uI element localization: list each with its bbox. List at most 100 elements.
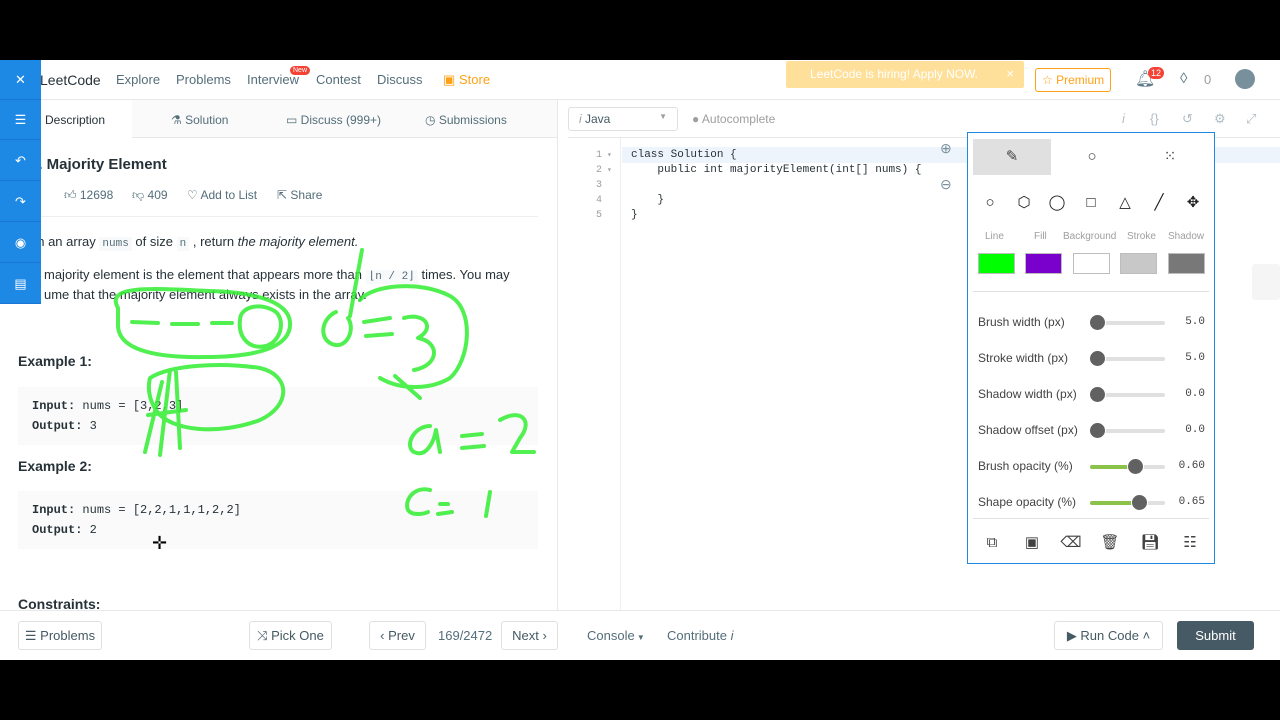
nav-explore[interactable]: Explore bbox=[116, 72, 160, 87]
autocomplete-toggle[interactable]: ● Autocomplete bbox=[692, 112, 775, 126]
hiring-text: LeetCode is hiring! Apply NOW. bbox=[810, 67, 979, 81]
fold-icon[interactable]: ▾ bbox=[607, 165, 612, 175]
slider-label: Shadow offset (px) bbox=[978, 423, 1078, 437]
pencil-icon[interactable]: ✎ bbox=[973, 139, 1051, 175]
zoom-in-icon[interactable]: ⊕ bbox=[940, 140, 952, 157]
contribute-link[interactable]: Contribute i bbox=[667, 628, 733, 643]
eraser-icon[interactable]: ⌫ bbox=[1059, 531, 1083, 555]
background-color-swatch[interactable] bbox=[1073, 253, 1110, 274]
circle-shape-icon[interactable]: ○ bbox=[978, 191, 1002, 215]
tab-discuss[interactable]: ▭ Discuss (999+) bbox=[286, 100, 381, 138]
triangle-shape-icon[interactable]: △ bbox=[1113, 191, 1137, 215]
bottom-bar: ☰ Problems ⤨ Pick One ‹ Prev 169/2472 Ne… bbox=[0, 610, 1280, 660]
next-button[interactable]: Next › bbox=[501, 621, 558, 650]
slider-thumb[interactable] bbox=[1089, 386, 1106, 403]
inline-code: ⌊n / 2⌋ bbox=[365, 270, 418, 284]
info-icon[interactable]: i bbox=[1122, 111, 1125, 126]
redo-icon[interactable]: ↷ bbox=[0, 182, 41, 222]
slider-thumb[interactable] bbox=[1089, 350, 1106, 367]
premium-button[interactable]: ☆ Premium bbox=[1035, 68, 1111, 92]
paste-icon[interactable]: ▣ bbox=[1020, 531, 1044, 555]
new-badge: New bbox=[290, 66, 311, 75]
side-panel-tab[interactable] bbox=[1252, 264, 1280, 300]
camera-icon[interactable]: ◉ bbox=[0, 223, 41, 263]
prev-button[interactable]: ‹ Prev bbox=[369, 621, 426, 650]
code-line: } bbox=[631, 194, 665, 206]
share-icon: ⇱ bbox=[277, 188, 291, 202]
fold-icon[interactable]: ▾ bbox=[607, 150, 612, 160]
slider-thumb[interactable] bbox=[1089, 314, 1106, 331]
dislike-count: 409 bbox=[147, 188, 168, 202]
print-icon[interactable]: ▤ bbox=[0, 264, 41, 304]
undo-icon[interactable]: ↶ bbox=[0, 141, 41, 181]
avatar[interactable] bbox=[1235, 69, 1255, 89]
fullscreen-icon[interactable]: ⤢ bbox=[1246, 111, 1256, 127]
spray-icon[interactable]: ⁙ bbox=[1131, 139, 1209, 175]
share-label: Share bbox=[290, 188, 323, 202]
run-code-button[interactable]: ▶ Run Code ˄ bbox=[1054, 621, 1163, 650]
slider-thumb[interactable] bbox=[1127, 458, 1144, 475]
input-value: nums = [2,2,1,1,1,2,2] bbox=[75, 503, 241, 517]
drawing-settings-panel: ✎ ○ ⁙ ○ ⬡ ◯ □ △ ╱ ✥ Line Fill Background… bbox=[967, 132, 1215, 564]
close-icon[interactable]: × bbox=[1006, 66, 1014, 81]
trash-icon[interactable]: 🗑︎ bbox=[1098, 531, 1122, 555]
line-number: 1 bbox=[596, 150, 603, 161]
close-icon[interactable]: ✕ bbox=[0, 60, 41, 100]
slider-track[interactable] bbox=[1089, 386, 1165, 403]
dislike-button[interactable]: 👎︎ 409 bbox=[132, 188, 168, 203]
nav-store[interactable]: Store bbox=[459, 72, 490, 87]
language-select[interactable]: i Java ▼ bbox=[568, 107, 678, 131]
caret-down-icon: ▼ bbox=[634, 633, 645, 642]
zoom-out-icon[interactable]: ⊖ bbox=[940, 176, 952, 193]
like-button[interactable]: 👍︎ 12698 bbox=[64, 188, 113, 203]
logo[interactable]: LeetCode bbox=[40, 72, 101, 88]
copy-icon[interactable]: ⧉ bbox=[980, 531, 1004, 555]
slider-track[interactable] bbox=[1089, 350, 1165, 367]
line-color-swatch[interactable] bbox=[978, 253, 1015, 274]
add-to-list-button[interactable]: ♡ Add to List bbox=[187, 188, 257, 202]
slider-value: 0.0 bbox=[1185, 424, 1205, 436]
panel-divider[interactable] bbox=[557, 100, 558, 610]
sliders-icon[interactable]: ☰ bbox=[0, 100, 41, 140]
submit-button[interactable]: Submit bbox=[1177, 621, 1254, 650]
divider bbox=[973, 291, 1209, 292]
fill-color-swatch[interactable] bbox=[1025, 253, 1062, 274]
ink-stroke bbox=[130, 320, 234, 326]
slider-thumb[interactable] bbox=[1130, 494, 1148, 511]
reset-icon[interactable]: ↺ bbox=[1182, 111, 1193, 127]
tab-submissions[interactable]: ◷ Submissions bbox=[425, 100, 507, 138]
tab-description[interactable]: Description bbox=[30, 100, 132, 138]
nav-discuss[interactable]: Discuss bbox=[377, 72, 423, 87]
slider-label: Shape opacity (%) bbox=[978, 495, 1077, 509]
nav-contest[interactable]: Contest bbox=[316, 72, 361, 87]
slider-track[interactable] bbox=[1089, 422, 1165, 439]
problems-button[interactable]: ☰ Problems bbox=[18, 621, 102, 650]
ellipse-shape-icon[interactable]: ◯ bbox=[1045, 191, 1069, 215]
slider-label: Brush opacity (%) bbox=[978, 459, 1073, 473]
pick-one-button[interactable]: ⤨ Pick One bbox=[249, 621, 332, 650]
shadow-color-swatch[interactable] bbox=[1168, 253, 1205, 274]
share-button[interactable]: ⇱ Share bbox=[277, 188, 322, 202]
save-icon[interactable]: 💾︎ bbox=[1138, 531, 1162, 555]
slider-track[interactable] bbox=[1089, 314, 1165, 331]
tab-solution[interactable]: ⚗ Solution bbox=[171, 100, 228, 138]
hexagon-shape-icon[interactable]: ⬡ bbox=[1012, 191, 1036, 215]
fire-icon[interactable]: ◊ bbox=[1180, 70, 1187, 87]
slider-thumb[interactable] bbox=[1089, 422, 1106, 439]
line-shape-icon[interactable]: ╱ bbox=[1147, 191, 1171, 215]
slider-label: Brush width (px) bbox=[978, 315, 1065, 329]
settings-icon[interactable]: ⚙ bbox=[1214, 111, 1226, 127]
add-to-list-label: Add to List bbox=[200, 188, 258, 202]
slider-track[interactable] bbox=[1090, 458, 1165, 475]
circle-icon[interactable]: ○ bbox=[1053, 139, 1131, 175]
square-shape-icon[interactable]: □ bbox=[1079, 191, 1103, 215]
slider-track[interactable] bbox=[1090, 494, 1165, 511]
nav-problems[interactable]: Problems bbox=[176, 72, 231, 87]
console-toggle[interactable]: Console ▼ bbox=[587, 628, 645, 643]
settings-icon[interactable]: ☷ bbox=[1178, 531, 1202, 555]
braces-icon[interactable]: {} bbox=[1150, 111, 1159, 126]
stroke-color-swatch[interactable] bbox=[1120, 253, 1157, 274]
move-icon[interactable]: ✥ bbox=[1181, 191, 1205, 215]
example-1-heading: Example 1: bbox=[18, 353, 92, 369]
hiring-banner[interactable]: LeetCode is hiring! Apply NOW. × bbox=[786, 61, 1024, 88]
